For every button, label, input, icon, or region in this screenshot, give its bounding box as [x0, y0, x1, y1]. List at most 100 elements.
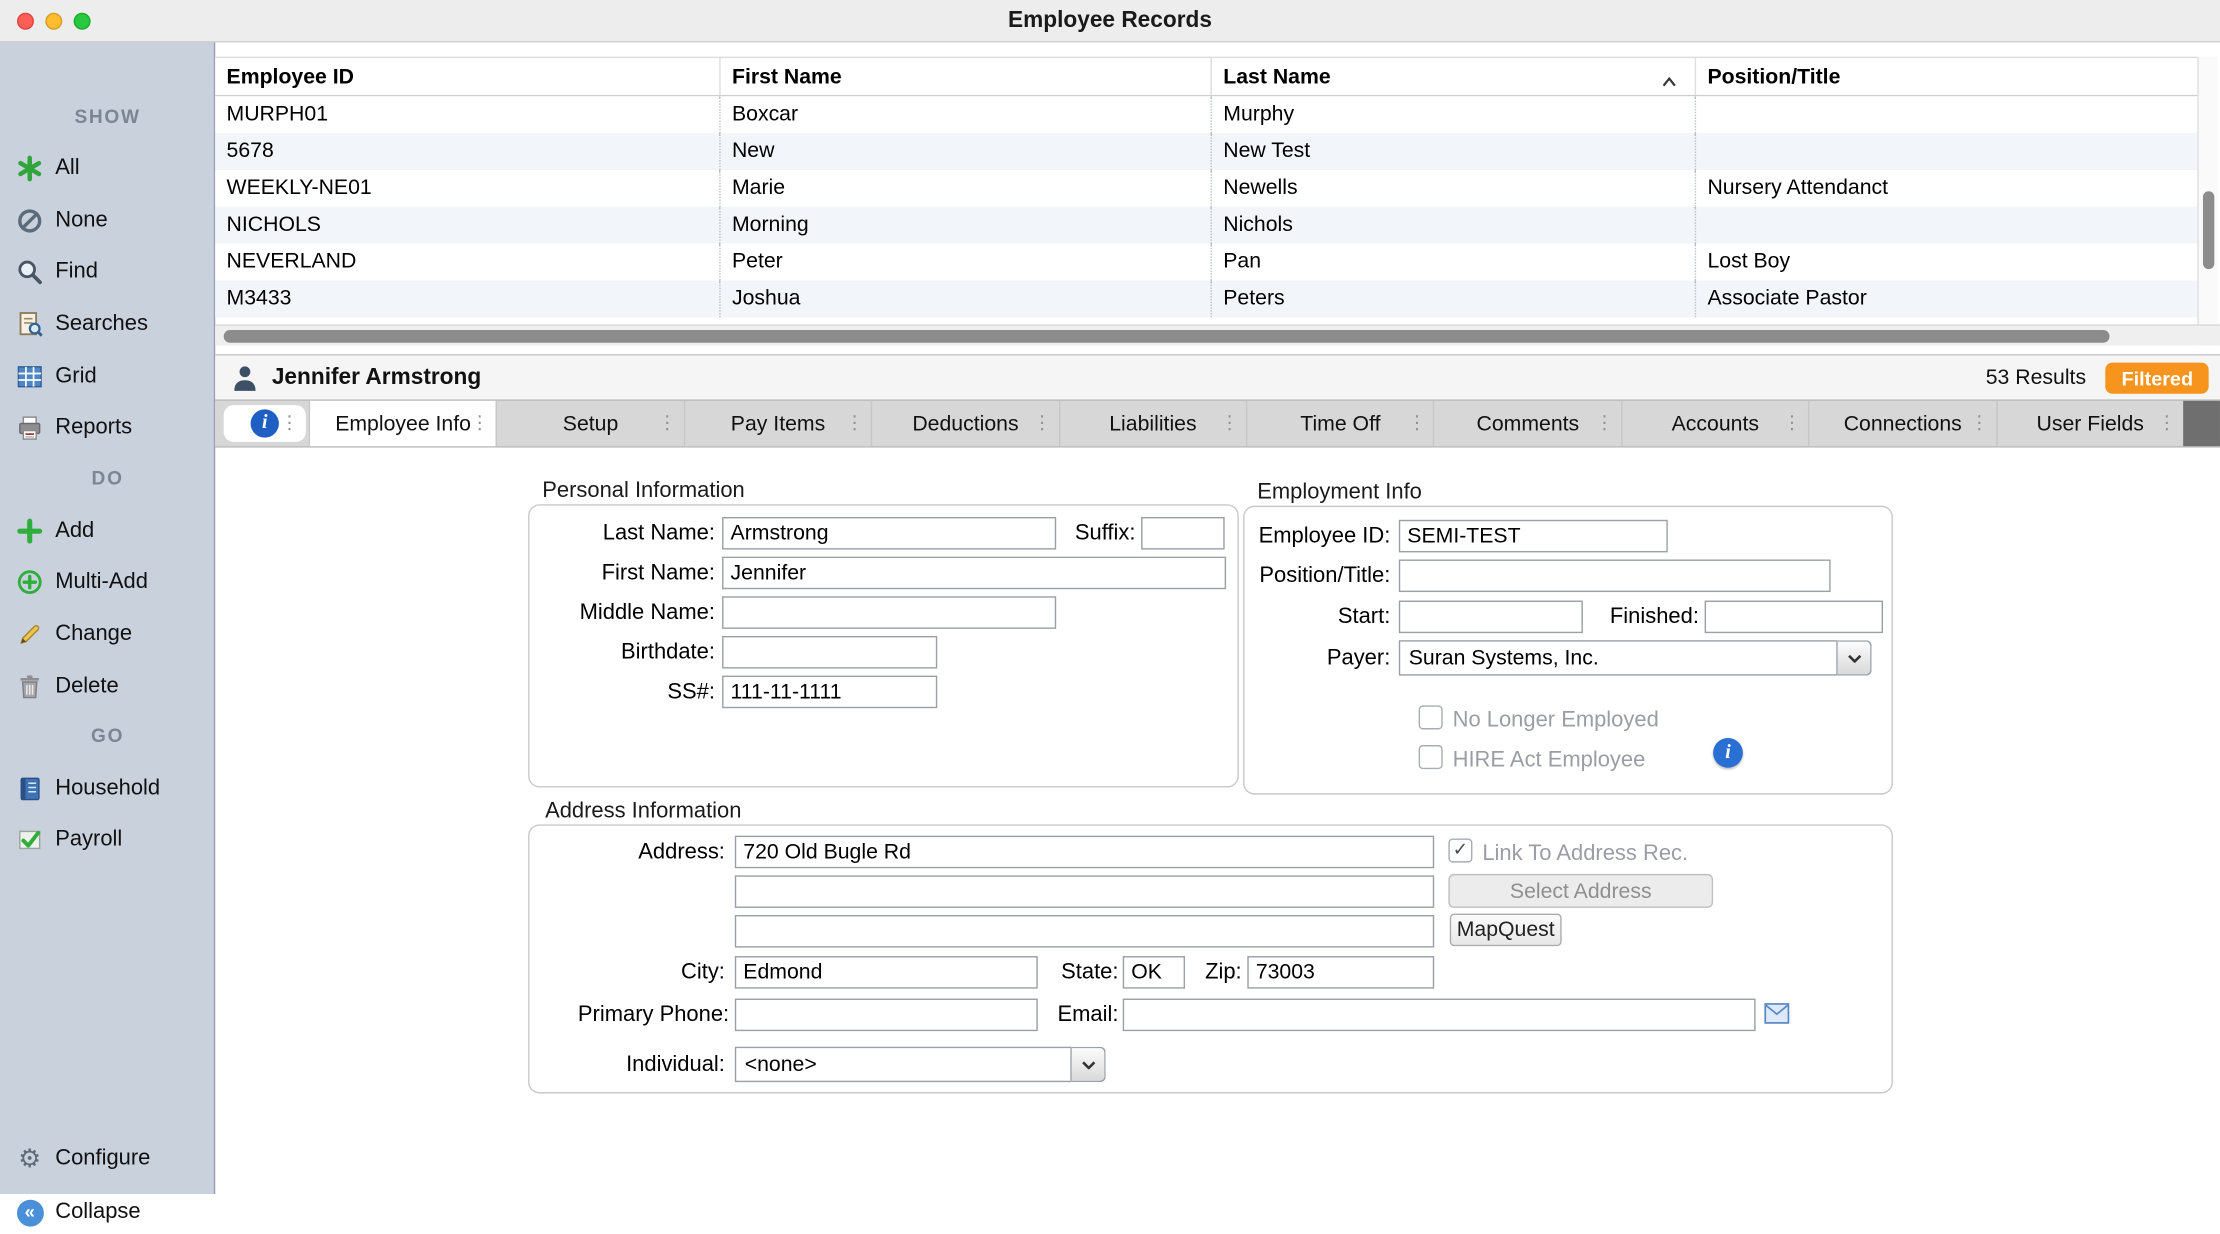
address-line3-field[interactable]: [735, 915, 1434, 948]
tab-grip-icon: ⋮: [658, 413, 676, 434]
tab-employee-info[interactable]: Employee Info⋮: [309, 401, 496, 446]
city-label: City:: [545, 960, 725, 985]
sidebar-section-do: DO: [0, 467, 215, 488]
zoom-window-button[interactable]: [74, 13, 91, 30]
tab-grip-icon: ⋮: [1408, 413, 1426, 434]
sort-ascending-icon: [1661, 69, 1678, 93]
sidebar-item-payroll[interactable]: Payroll: [0, 819, 215, 861]
employee-id-field[interactable]: [1399, 520, 1668, 553]
table-row[interactable]: NICHOLS Morning Nichols: [215, 207, 2197, 244]
record-info-button[interactable]: i ⋮: [224, 405, 306, 442]
birthdate-field[interactable]: [722, 636, 937, 669]
tab-connections[interactable]: Connections⋮: [1808, 401, 1995, 446]
tab-deductions[interactable]: Deductions⋮: [871, 401, 1058, 446]
column-header-employee-id[interactable]: Employee ID: [215, 58, 719, 95]
sidebar-item-household[interactable]: Household: [0, 768, 215, 810]
reports-icon: [13, 414, 47, 442]
tab-user-fields[interactable]: User Fields⋮: [1996, 401, 2183, 446]
table-row[interactable]: 5678 New New Test: [215, 133, 2197, 170]
zip-field[interactable]: [1247, 956, 1434, 989]
info-icon: i: [251, 409, 279, 437]
ssn-label: SS#:: [535, 680, 715, 705]
start-date-field[interactable]: [1399, 601, 1583, 634]
table-row[interactable]: M3433 Joshua Peters Associate Pastor: [215, 280, 2197, 317]
plus-icon: [13, 517, 47, 545]
sidebar-item-none[interactable]: None: [0, 200, 215, 242]
link-to-address-checkbox[interactable]: ✓: [1448, 839, 1472, 863]
table-cell: New: [719, 133, 1210, 170]
primary-phone-label: Primary Phone:: [528, 1003, 729, 1028]
close-window-button[interactable]: [17, 13, 34, 30]
tab-setup[interactable]: Setup⋮: [496, 401, 683, 446]
minimize-window-button[interactable]: [45, 13, 62, 30]
last-name-field[interactable]: [722, 517, 1056, 550]
first-name-field[interactable]: [722, 557, 1226, 590]
payer-field[interactable]: [1399, 640, 1838, 675]
individual-field[interactable]: [735, 1047, 1072, 1082]
finished-date-field[interactable]: [1705, 601, 1883, 634]
payer-dropdown[interactable]: [1399, 640, 1872, 675]
no-longer-employed-label: No Longer Employed: [1453, 708, 1659, 733]
sidebar-item-searches[interactable]: Searches: [0, 303, 215, 345]
column-header-position-title[interactable]: Position/Title: [1695, 58, 2198, 95]
tab-pay-items[interactable]: Pay Items⋮: [684, 401, 871, 446]
address-line2-field[interactable]: [735, 875, 1434, 908]
table-cell: Morning: [719, 207, 1210, 244]
window-titlebar: Employee Records: [0, 0, 2220, 42]
table-row[interactable]: MURPH01 Boxcar Murphy: [215, 96, 2197, 133]
table-row[interactable]: WEEKLY-NE01 Marie Newells Nursery Attend…: [215, 170, 2197, 207]
pencil-icon: [13, 620, 47, 648]
state-field[interactable]: [1123, 956, 1185, 989]
table-row[interactable]: NEVERLAND Peter Pan Lost Boy: [215, 244, 2197, 281]
tab-accounts[interactable]: Accounts⋮: [1621, 401, 1808, 446]
sidebar-item-all[interactable]: All: [0, 147, 215, 189]
position-title-field[interactable]: [1399, 559, 1831, 592]
middle-name-field[interactable]: [722, 596, 1056, 629]
primary-phone-field[interactable]: [735, 999, 1038, 1032]
email-icon[interactable]: [1764, 1003, 1789, 1031]
city-field[interactable]: [735, 956, 1038, 989]
filtered-badge[interactable]: Filtered: [2106, 362, 2209, 393]
horizontal-scrollbar[interactable]: [215, 324, 2220, 345]
chevron-down-icon[interactable]: [1072, 1047, 1106, 1082]
tab-liabilities[interactable]: Liabilities⋮: [1058, 401, 1245, 446]
tab-time-off[interactable]: Time Off⋮: [1246, 401, 1433, 446]
individual-dropdown[interactable]: [735, 1047, 1106, 1082]
tab-comments[interactable]: Comments⋮: [1433, 401, 1620, 446]
tab-overflow-control[interactable]: [2183, 401, 2220, 446]
sidebar-item-grid[interactable]: Grid: [0, 356, 215, 398]
vertical-scrollbar-thumb[interactable]: [2203, 191, 2214, 269]
search-icon: [13, 258, 47, 286]
horizontal-scrollbar-thumb[interactable]: [224, 330, 2110, 343]
sidebar-item-collapse[interactable]: « Collapse: [0, 1191, 215, 1233]
suffix-field[interactable]: [1141, 517, 1225, 550]
table-cell: WEEKLY-NE01: [215, 170, 719, 207]
tab-grip-icon: ⋮: [846, 413, 864, 434]
position-title-label: Position/Title:: [1215, 564, 1391, 589]
table-cell: Boxcar: [719, 96, 1210, 133]
email-field[interactable]: [1123, 999, 1756, 1032]
sidebar-item-change[interactable]: Change: [0, 613, 215, 655]
vertical-scrollbar[interactable]: [2197, 57, 2217, 346]
tab-grip-icon: ⋮: [280, 413, 298, 434]
table-cell: NICHOLS: [215, 207, 719, 244]
sidebar-item-add[interactable]: Add: [0, 510, 215, 552]
table-cell: [1695, 207, 2198, 244]
no-longer-employed-checkbox[interactable]: [1419, 705, 1443, 729]
column-header-last-name[interactable]: Last Name: [1211, 58, 1695, 95]
sidebar-item-find[interactable]: Find: [0, 251, 215, 293]
select-address-button[interactable]: Select Address: [1448, 874, 1713, 908]
hire-act-label: HIRE Act Employee: [1453, 748, 1646, 773]
sidebar-item-reports[interactable]: Reports: [0, 407, 215, 449]
sidebar-item-delete[interactable]: Delete: [0, 666, 215, 708]
column-header-first-name[interactable]: First Name: [719, 58, 1210, 95]
sidebar-item-multi-add[interactable]: Multi-Add: [0, 561, 215, 603]
hire-act-info-icon[interactable]: i: [1713, 738, 1743, 768]
sidebar-item-configure[interactable]: ⚙ Configure: [0, 1137, 215, 1179]
ssn-field[interactable]: [722, 676, 937, 709]
hire-act-checkbox[interactable]: [1419, 745, 1443, 769]
mapquest-button[interactable]: MapQuest: [1450, 914, 1562, 947]
tab-grip-icon: ⋮: [1033, 413, 1051, 434]
chevron-down-icon[interactable]: [1838, 640, 1872, 675]
address-line1-field[interactable]: [735, 836, 1434, 869]
